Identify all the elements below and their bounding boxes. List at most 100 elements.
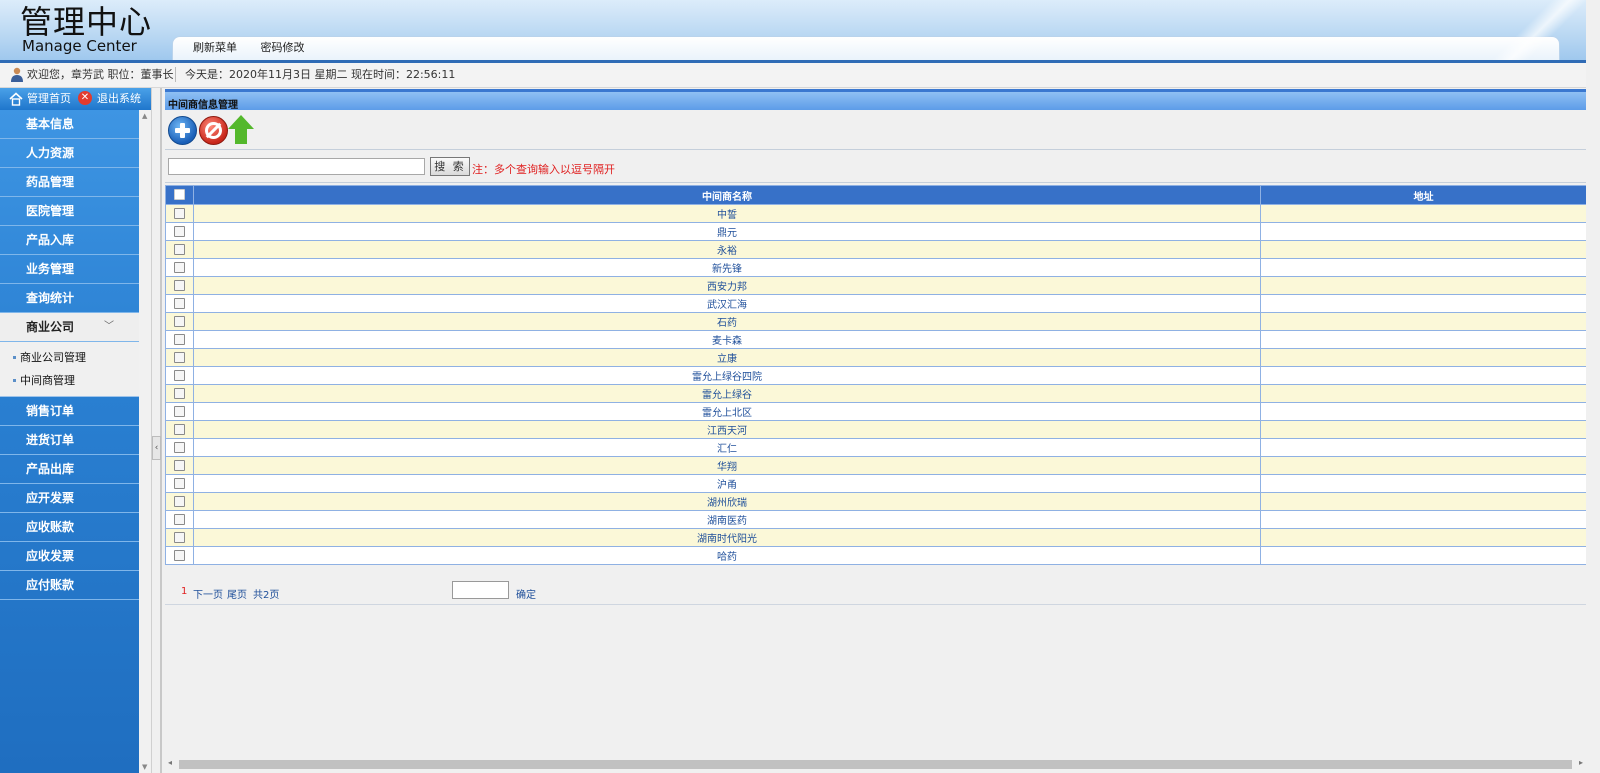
upload-icon[interactable] (228, 115, 254, 145)
table-row[interactable]: 哈药 (165, 546, 1587, 565)
table-row[interactable]: 湖南时代阳光 (165, 528, 1587, 547)
last-page-link[interactable]: 尾页 (227, 586, 247, 601)
intermediary-name-cell[interactable]: 雷允上北区 (193, 402, 1261, 421)
table-row[interactable]: 武汉汇海 (165, 294, 1587, 313)
intermediary-name-cell[interactable]: 华翔 (193, 456, 1261, 475)
table-row[interactable]: 雷允上北区 (165, 402, 1587, 421)
sidebar-item-commercial[interactable]: 商业公司 ﹀ (0, 313, 139, 342)
intermediary-name-cell[interactable]: 湖南时代阳光 (193, 528, 1261, 547)
sidebar-item-product-out[interactable]: 产品出库 (0, 455, 139, 484)
row-checkbox[interactable] (174, 369, 185, 381)
search-button[interactable]: 搜 索 (430, 157, 470, 176)
row-checkbox[interactable] (174, 441, 185, 453)
sidebar-item-product-in[interactable]: 产品入库 (0, 226, 139, 255)
sidebar-item-business[interactable]: 业务管理 (0, 255, 139, 284)
table-row[interactable]: 汇仁 (165, 438, 1587, 457)
table-row[interactable]: 江西天河 (165, 420, 1587, 439)
scroll-left-icon[interactable]: ◂ (168, 758, 172, 767)
row-checkbox[interactable] (174, 243, 185, 255)
row-checkbox[interactable] (174, 531, 185, 543)
row-checkbox[interactable] (174, 477, 185, 489)
row-checkbox[interactable] (174, 207, 185, 219)
intermediary-name-cell[interactable]: 鼎元 (193, 222, 1261, 241)
sidebar-item-receivable-invoices[interactable]: 应收发票 (0, 542, 139, 571)
scroll-right-icon[interactable]: ▸ (1579, 758, 1583, 767)
table-row[interactable]: 华翔 (165, 456, 1587, 475)
column-header-address[interactable]: 地址 (1260, 185, 1587, 205)
table-row[interactable]: 中誓 (165, 204, 1587, 223)
row-checkbox[interactable] (174, 495, 185, 507)
intermediary-name-cell[interactable]: 新先锋 (193, 258, 1261, 277)
table-row[interactable]: 立康 (165, 348, 1587, 367)
intermediary-name-cell[interactable]: 武汉汇海 (193, 294, 1261, 313)
intermediary-name-cell[interactable]: 石药 (193, 312, 1261, 331)
horizontal-scrollbar[interactable]: ◂ ▸ (165, 757, 1586, 771)
intermediary-name-cell[interactable]: 江西天河 (193, 420, 1261, 439)
select-all-checkbox[interactable] (174, 189, 185, 201)
table-row[interactable]: 西安力邦 (165, 276, 1587, 295)
scroll-down-icon[interactable]: ▼ (142, 763, 147, 771)
row-checkbox[interactable] (174, 279, 185, 291)
sidebar-item-receivables[interactable]: 应收账款 (0, 513, 139, 542)
intermediary-name-cell[interactable]: 沪甬 (193, 474, 1261, 493)
page-scrollbar[interactable] (1586, 0, 1600, 773)
row-checkbox[interactable] (174, 423, 185, 435)
next-page-link[interactable]: 下一页 (193, 586, 223, 601)
collapse-sidebar-icon[interactable]: ‹ (152, 436, 161, 460)
add-icon[interactable] (168, 116, 197, 145)
intermediary-name-cell[interactable]: 湖南医药 (193, 510, 1261, 529)
intermediary-name-cell[interactable]: 雷允上绿谷 (193, 384, 1261, 403)
intermediary-name-cell[interactable]: 哈药 (193, 546, 1261, 565)
table-row[interactable]: 新先锋 (165, 258, 1587, 277)
scroll-up-icon[interactable]: ▲ (142, 112, 147, 120)
row-checkbox[interactable] (174, 459, 185, 471)
page-number-input[interactable] (452, 581, 509, 599)
change-password-link[interactable]: 密码修改 (261, 37, 305, 59)
table-row[interactable]: 湖南医药 (165, 510, 1587, 529)
sidebar-item-hospitals[interactable]: 医院管理 (0, 197, 139, 226)
delete-icon[interactable] (199, 116, 228, 145)
intermediary-name-cell[interactable]: 湖州欣瑞 (193, 492, 1261, 511)
row-checkbox[interactable] (174, 549, 185, 561)
scrollbar-thumb[interactable] (179, 760, 1572, 769)
row-checkbox[interactable] (174, 333, 185, 345)
column-header-name[interactable]: 中间商名称 (193, 185, 1261, 205)
table-row[interactable]: 雷允上绿谷 (165, 384, 1587, 403)
sidebar-item-statistics[interactable]: 查询统计 (0, 284, 139, 313)
row-checkbox[interactable] (174, 315, 185, 327)
intermediary-name-cell[interactable]: 汇仁 (193, 438, 1261, 457)
confirm-page-link[interactable]: 确定 (516, 586, 536, 601)
table-row[interactable]: 石药 (165, 312, 1587, 331)
sidebar-item-hr[interactable]: 人力资源 (0, 139, 139, 168)
table-row[interactable]: 鼎元 (165, 222, 1587, 241)
logout-link[interactable]: 退出系统 (97, 92, 141, 106)
table-row[interactable]: 麦卡森 (165, 330, 1587, 349)
home-link[interactable]: 管理首页 (27, 92, 71, 106)
search-input[interactable] (168, 158, 425, 175)
table-row[interactable]: 永裕 (165, 240, 1587, 259)
row-checkbox[interactable] (174, 297, 185, 309)
sidebar-scrollbar[interactable]: ▲ ▼ (139, 110, 151, 773)
row-checkbox[interactable] (174, 405, 185, 417)
table-row[interactable]: 雷允上绿谷四院 (165, 366, 1587, 385)
sidebar-item-sales-orders[interactable]: 销售订单 (0, 397, 139, 426)
sidebar-item-purchase-orders[interactable]: 进货订单 (0, 426, 139, 455)
intermediary-name-cell[interactable]: 麦卡森 (193, 330, 1261, 349)
row-checkbox[interactable] (174, 351, 185, 363)
sidebar-item-drugs[interactable]: 药品管理 (0, 168, 139, 197)
sidebar-item-basic-info[interactable]: 基本信息 (0, 110, 139, 139)
submenu-intermediary[interactable]: 中间商管理 (0, 369, 139, 392)
intermediary-name-cell[interactable]: 永裕 (193, 240, 1261, 259)
row-checkbox[interactable] (174, 387, 185, 399)
table-row[interactable]: 沪甬 (165, 474, 1587, 493)
close-icon[interactable]: ✕ (78, 91, 92, 105)
submenu-commercial-company[interactable]: 商业公司管理 (0, 346, 139, 369)
intermediary-name-cell[interactable]: 中誓 (193, 204, 1261, 223)
row-checkbox[interactable] (174, 225, 185, 237)
row-checkbox[interactable] (174, 261, 185, 273)
refresh-menu-link[interactable]: 刷新菜单 (193, 37, 237, 59)
row-checkbox[interactable] (174, 513, 185, 525)
sidebar-item-payables[interactable]: 应付账款 (0, 571, 139, 600)
intermediary-name-cell[interactable]: 西安力邦 (193, 276, 1261, 295)
intermediary-name-cell[interactable]: 立康 (193, 348, 1261, 367)
